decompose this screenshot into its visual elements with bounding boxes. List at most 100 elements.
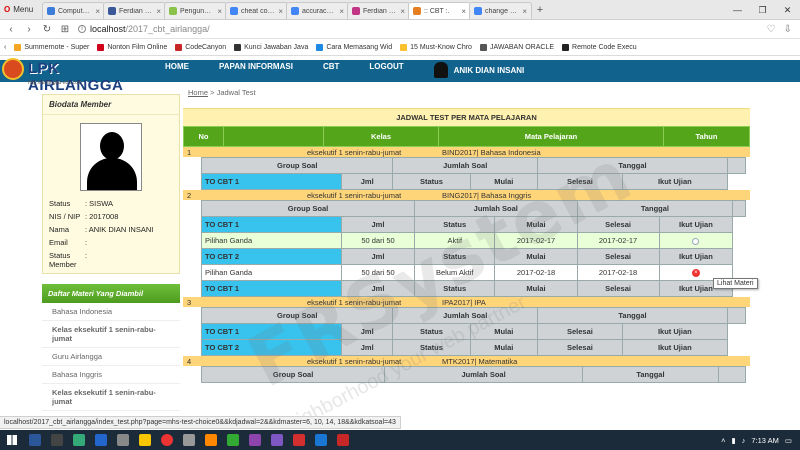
tab-close-icon[interactable]: ×	[95, 7, 100, 16]
taskbar-app-9[interactable]	[200, 430, 222, 450]
materi-item[interactable]: Guru Airlangga	[42, 348, 180, 366]
forward-icon[interactable]: ›	[24, 24, 34, 35]
materi-item[interactable]: Bahasa Inggris	[42, 366, 180, 384]
taskbar-app-10[interactable]	[222, 430, 244, 450]
subject-row[interactable]: 2 eksekutif 1 senin-rabu-jumat BING2017| B…	[183, 190, 750, 200]
cbt-label: TO CBT 2	[201, 248, 342, 265]
close-circle-icon[interactable]: ×	[691, 269, 700, 277]
bookmark-icon	[14, 43, 22, 51]
tab-close-icon[interactable]: ×	[217, 7, 222, 16]
tab-close-icon[interactable]: ×	[339, 7, 344, 16]
taskbar-app-8[interactable]	[178, 430, 200, 450]
notification-icon[interactable]: ▭	[785, 436, 792, 445]
view-icon[interactable]	[692, 237, 700, 245]
subject-row[interactable]: 3 eksekutif 1 senin-rabu-jumat IPA2017| IP…	[183, 297, 750, 307]
bookmark-item[interactable]: Cara Memasang Wid	[316, 43, 392, 51]
taskbar-app-15[interactable]	[332, 430, 354, 450]
browser-tab[interactable]: accuracy - Goo×	[286, 2, 349, 19]
bookmark-arrow-icon[interactable]: ‹	[4, 44, 6, 51]
tab-close-icon[interactable]: ×	[156, 7, 161, 16]
browser-tab[interactable]: Pengunduh Vi×	[164, 2, 227, 19]
network-icon[interactable]: ▮	[731, 436, 735, 445]
download-icon[interactable]: ⇩	[784, 24, 792, 35]
menu-user[interactable]: ANIK DIAN INSANI	[419, 60, 540, 82]
taskbar-app-2[interactable]	[46, 430, 68, 450]
blank-header	[732, 200, 746, 217]
url-field[interactable]: i localhost/2017_cbt_airlangga/	[78, 24, 759, 34]
app-icon	[29, 434, 41, 446]
close-icon[interactable]: ✕	[775, 0, 800, 20]
tab-close-icon[interactable]: ×	[461, 7, 466, 16]
bookmark-item[interactable]: Nonton Film Online	[97, 43, 167, 51]
minimize-icon[interactable]: —	[725, 0, 750, 20]
materi-item[interactable]: Kelas eksekutif 1 senin-rabu-jumat	[42, 321, 180, 348]
start-button[interactable]	[0, 430, 24, 450]
bookmark-item[interactable]: Summernote - Super	[14, 43, 89, 51]
tab-close-icon[interactable]: ×	[278, 7, 283, 16]
breadcrumb-current: Jadwal Test	[216, 88, 256, 97]
biodata-key: Nama	[49, 225, 70, 234]
back-icon[interactable]: ‹	[6, 24, 16, 35]
app-icon	[205, 434, 217, 446]
browser-tab[interactable]: cheat code no×	[225, 2, 288, 19]
app-icon	[315, 434, 327, 446]
menu-logout[interactable]: LOGOUT	[354, 60, 418, 82]
column-header: Status	[392, 339, 471, 356]
reload-icon[interactable]: ↻	[42, 24, 52, 35]
subject-row[interactable]: 4 eksekutif 1 senin-rabu-jumat MTK2017| Ma…	[183, 356, 750, 366]
materi-item[interactable]: Kelas eksekutif 1 senin-rabu-jumat	[42, 384, 180, 411]
browser-tab[interactable]: change answer×	[469, 2, 532, 19]
menu-cbt[interactable]: CBT	[308, 60, 354, 82]
info-icon[interactable]: i	[78, 25, 86, 33]
bookmark-item[interactable]: Kunci Jawaban Java	[234, 43, 309, 51]
biodata-title: Biodata Member	[43, 95, 179, 115]
tab-close-icon[interactable]: ×	[522, 7, 527, 16]
group-header-row: Group Soal Jumlah Soal Tanggal	[201, 200, 746, 217]
bookmark-item[interactable]: JAWABAN ORACLE	[479, 43, 554, 51]
bookmark-label: Kunci Jawaban Java	[244, 43, 309, 51]
tab-close-icon[interactable]: ×	[400, 7, 405, 16]
taskbar-app-12[interactable]	[266, 430, 288, 450]
ikut-ujian-cell[interactable]	[658, 232, 734, 249]
app-icon	[227, 434, 239, 446]
taskbar-app-7[interactable]	[156, 430, 178, 450]
materi-item[interactable]: Bahasa Indonesia	[42, 303, 180, 321]
bookmark-item[interactable]: 15 Must-Know Chro	[400, 43, 472, 51]
opera-menu-button[interactable]: O Menu	[0, 0, 44, 19]
heart-icon[interactable]: ♡	[767, 24, 776, 35]
grid-icon[interactable]: ⊞	[60, 24, 70, 35]
browser-tab[interactable]: Ferdian Rahab×	[103, 2, 166, 19]
system-tray: ˄ ▮ ♪ 7:13 AM ▭	[721, 436, 800, 445]
new-tab-button[interactable]: +	[532, 2, 548, 19]
soal-row[interactable]: Pilihan Ganda 50 dari 50 Belum Aktif 2017-0…	[201, 264, 746, 281]
soal-row[interactable]: Pilihan Ganda 50 dari 50 Aktif 2017-02-17 20…	[201, 232, 746, 249]
biodata-value: : SISWA	[85, 199, 114, 208]
breadcrumb-home-link[interactable]: Home	[188, 88, 208, 97]
biodata-fields: Status: SISWA NIS / NIP: 2017008 Nama: ANI…	[43, 197, 179, 271]
browser-tab[interactable]: Computer Bas×	[42, 2, 105, 19]
taskbar-app-4[interactable]	[90, 430, 112, 450]
browser-tab[interactable]: Ferdian Rahab×	[347, 2, 410, 19]
taskbar-app-1[interactable]	[24, 430, 46, 450]
column-header: Mulai	[494, 280, 578, 297]
taskbar-app-14[interactable]	[310, 430, 332, 450]
menu-home[interactable]: HOME	[150, 60, 204, 82]
volume-icon[interactable]: ♪	[742, 436, 746, 445]
taskbar-app-6[interactable]	[134, 430, 156, 450]
bookmark-item[interactable]: Remote Code Execu	[562, 43, 637, 51]
subject-row[interactable]: 1 eksekutif 1 senin-rabu-jumat BIND2017| B…	[183, 147, 750, 157]
tray-arrow-icon[interactable]: ˄	[721, 436, 725, 445]
bookmark-item[interactable]: CodeCanyon	[175, 43, 226, 51]
group-table: Group Soal Jumlah Soal Tanggal	[200, 366, 747, 383]
taskbar-app-5[interactable]	[112, 430, 134, 450]
menu-papan-informasi[interactable]: PAPAN INFORMASI	[204, 60, 308, 82]
taskbar-app-13[interactable]	[288, 430, 310, 450]
taskbar-app-3[interactable]	[68, 430, 90, 450]
taskbar-app-11[interactable]	[244, 430, 266, 450]
subject-table: 4 eksekutif 1 senin-rabu-jumat MTK2017| Ma…	[183, 356, 750, 366]
site-logo[interactable]: LPK AIRLANGGA http://airlangga-edu.com	[0, 56, 145, 94]
browser-tab[interactable]: :: CBT :. ×	[408, 2, 471, 19]
maximize-icon[interactable]: ❐	[750, 0, 775, 20]
column-header: Jml	[340, 323, 394, 340]
clock[interactable]: 7:13 AM	[751, 436, 779, 445]
